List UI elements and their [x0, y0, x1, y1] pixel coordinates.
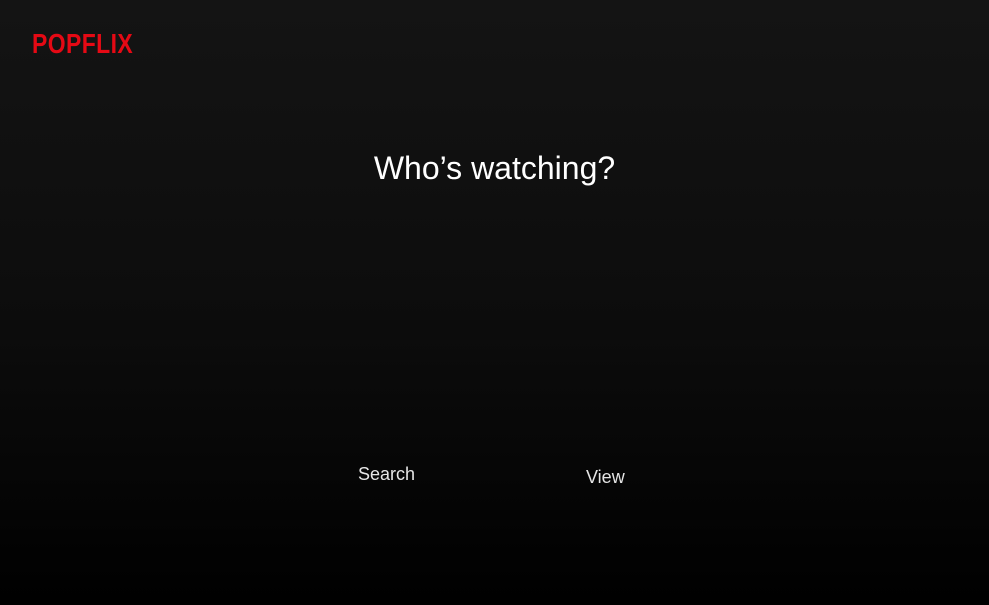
- profile-list: Search View: [0, 200, 989, 487]
- profile-avatar[interactable]: [310, 260, 460, 410]
- profile-search[interactable]: Search: [310, 230, 460, 484]
- profile-avatar[interactable]: [530, 260, 680, 410]
- profile-view[interactable]: View: [530, 230, 680, 487]
- popflix-logo[interactable]: POPFLIX: [32, 28, 133, 60]
- profile-label: Search: [358, 464, 416, 484]
- profile-label: View: [586, 467, 625, 487]
- page-title: Who’s watching?: [373, 150, 616, 186]
